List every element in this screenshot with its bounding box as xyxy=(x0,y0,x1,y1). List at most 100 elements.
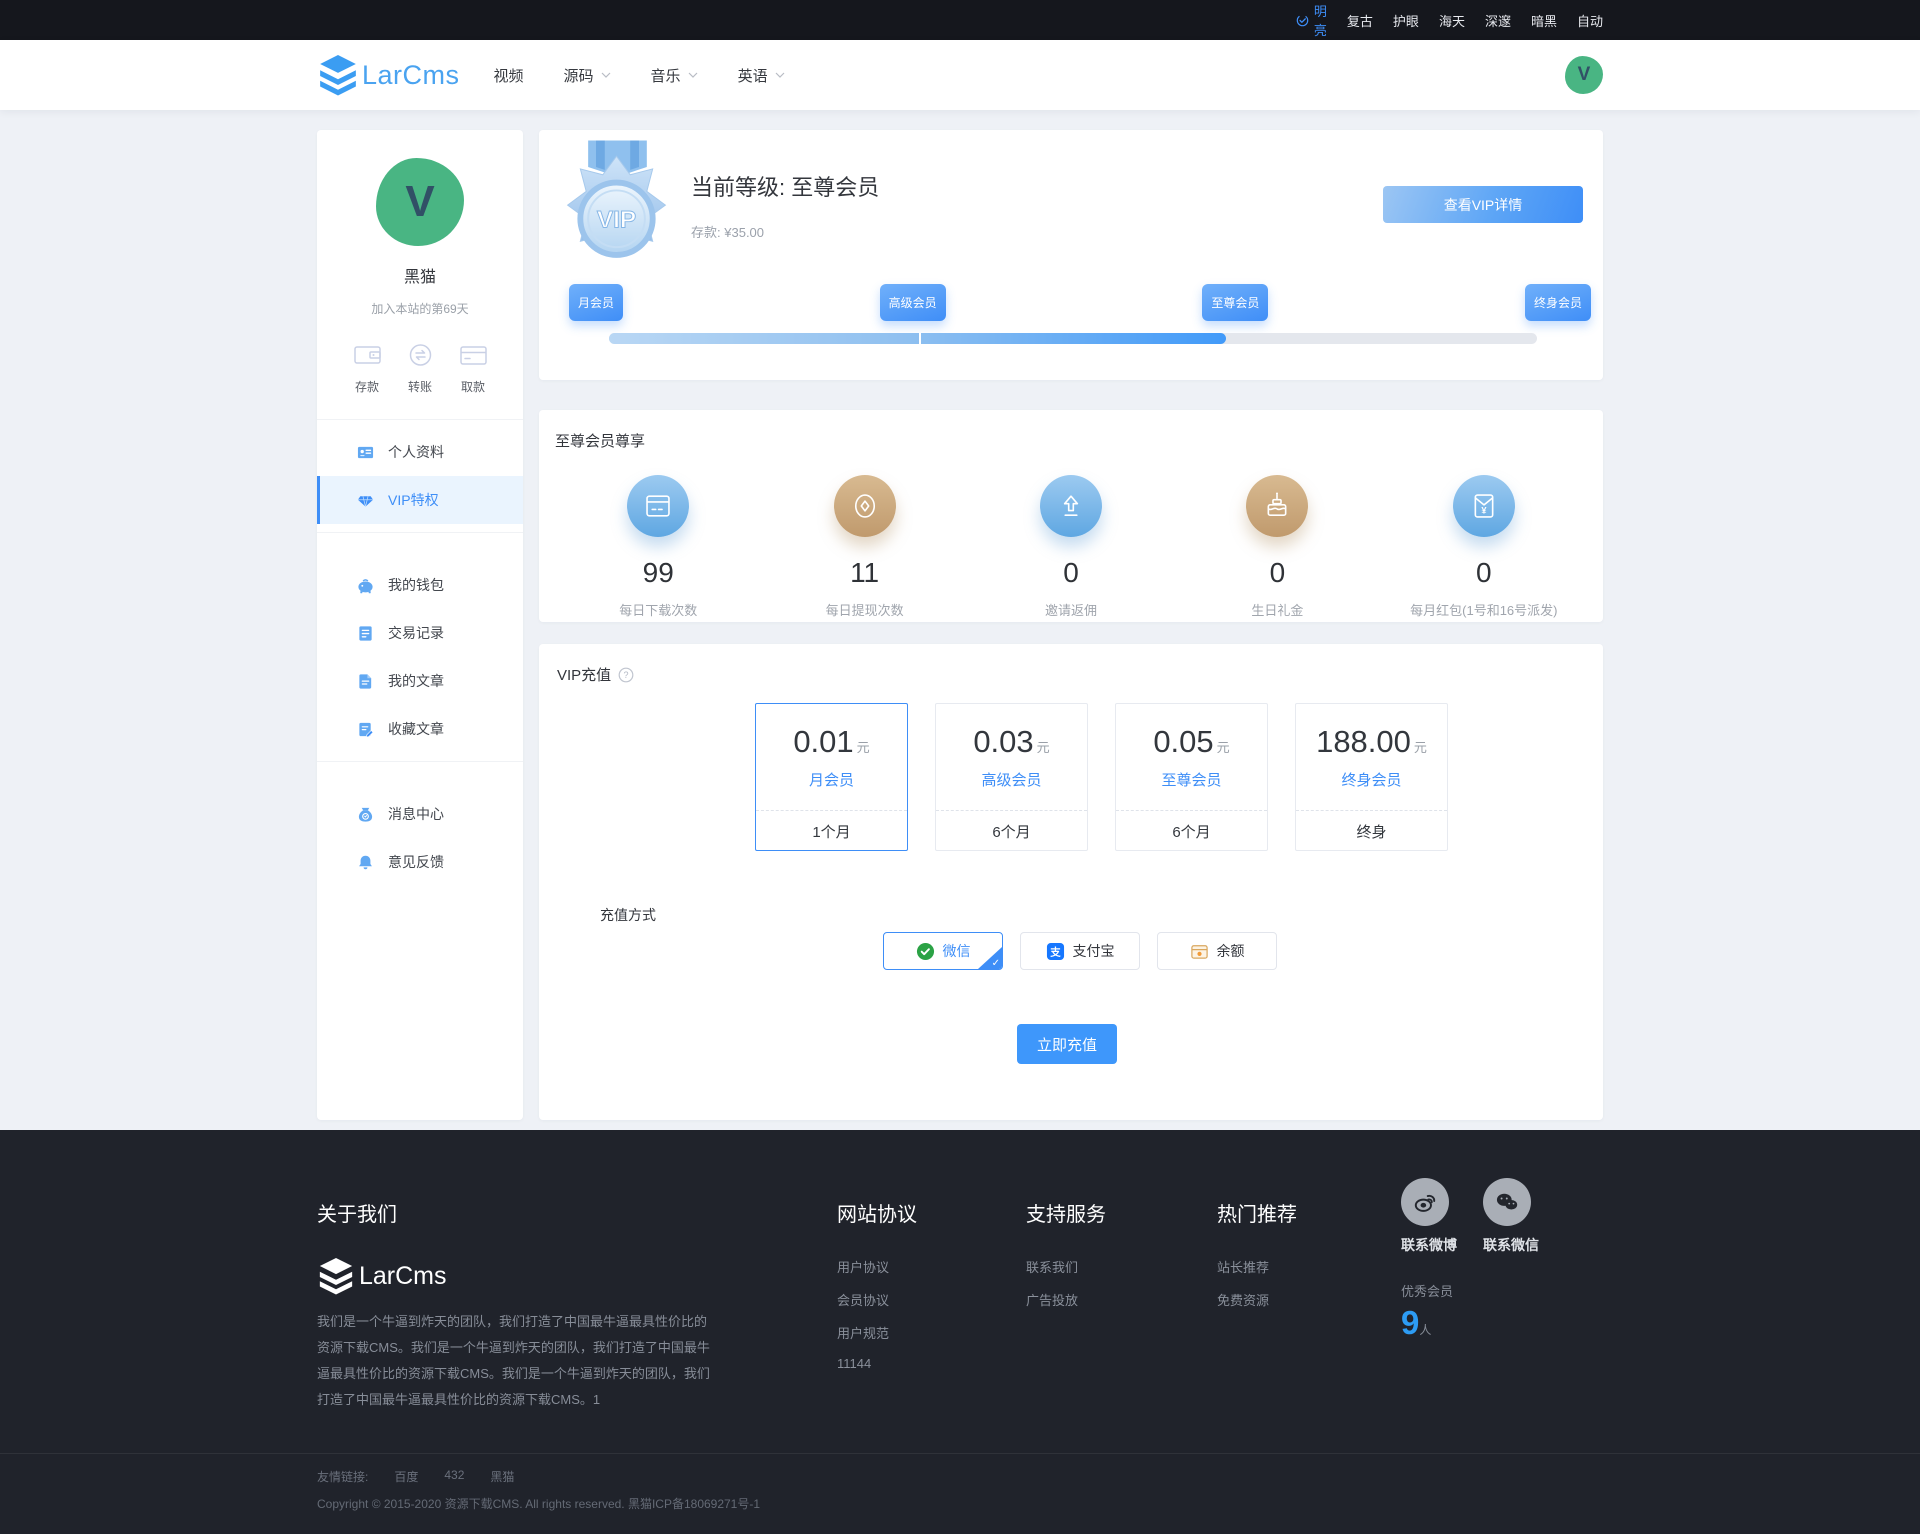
svg-text:支: 支 xyxy=(1049,945,1061,958)
balance-wallet-icon xyxy=(1190,944,1208,959)
plan-unit: 元 xyxy=(856,740,870,755)
contact-weibo[interactable]: 联系微博 xyxy=(1401,1178,1457,1255)
privileges-card: 至尊会员尊享 99 每日下载次数 11 每日提现次数 0 邀请返佣 0 生日礼金… xyxy=(539,410,1603,622)
level-badge-month[interactable]: 月会员 xyxy=(569,284,624,321)
sidebar-item-feedback[interactable]: 意见反馈 xyxy=(317,838,523,886)
sidebar-item-favorites[interactable]: 收藏文章 xyxy=(317,705,523,753)
theme-item-auto[interactable]: 自动 xyxy=(1577,11,1603,30)
plan-lifetime[interactable]: 188.00 元 终身会员 终身 xyxy=(1295,703,1448,851)
main-nav: 视频 源码 音乐 英语 xyxy=(494,65,785,86)
theme-item-sea[interactable]: 海天 xyxy=(1439,11,1465,30)
deposit-action[interactable]: 存款 xyxy=(353,343,381,395)
menu-group-assets: 我的钱包 交易记录 我的文章 收藏文章 xyxy=(317,533,523,761)
privilege-invite: 0 邀请返佣 xyxy=(968,475,1174,619)
nav-item-english[interactable]: 英语 xyxy=(738,65,785,86)
user-avatar[interactable]: V xyxy=(1565,56,1603,94)
level-badge-supreme[interactable]: 至尊会员 xyxy=(1202,284,1269,321)
theme-item-deep[interactable]: 深邃 xyxy=(1485,11,1511,30)
footer-bottom-bar: 友情链接: 百度 432 黑猫 Copyright © 2015-2020 资源… xyxy=(0,1453,1920,1534)
privilege-label: 生日礼金 xyxy=(1251,603,1304,618)
excellent-member-count: 9人 xyxy=(1401,1304,1539,1342)
sidebar-item-vip[interactable]: VIP特权 xyxy=(317,476,523,524)
recharge-now-button[interactable]: 立即充值 xyxy=(1017,1024,1117,1064)
main-header: LarCms 视频 源码 音乐 英语 V xyxy=(0,40,1920,110)
money-bag-icon xyxy=(357,806,374,823)
transfer-action[interactable]: 转账 xyxy=(407,343,434,395)
main-content: VIP 当前等级: 至尊会员 存款: ¥35.00 查看VIP详情 月会员 高级… xyxy=(539,130,1603,1120)
friend-link-baidu[interactable]: 百度 xyxy=(394,1468,418,1485)
footer-link-user-protocol[interactable]: 用户协议 xyxy=(837,1257,917,1276)
nav-item-source[interactable]: 源码 xyxy=(564,65,611,86)
sidebar-item-label: 我的文章 xyxy=(388,673,444,689)
svg-text:?: ? xyxy=(624,670,629,680)
red-packet-icon: ¥ xyxy=(1474,494,1494,518)
medal-vip-text: VIP xyxy=(597,207,636,234)
plan-duration: 6个月 xyxy=(1172,823,1211,841)
footer-link-advertising[interactable]: 广告投放 xyxy=(1026,1290,1106,1309)
contact-wechat[interactable]: 联系微信 xyxy=(1483,1178,1539,1255)
privilege-withdraw: 11 每日提现次数 xyxy=(761,475,967,619)
footer-contact-column: 联系微博 联系微信 优秀会员 9人 xyxy=(1401,1178,1539,1413)
friend-link-heimao[interactable]: 黑猫 xyxy=(490,1468,514,1485)
pay-method-label: 支付宝 xyxy=(1072,943,1115,959)
footer-link-user-rules[interactable]: 用户规范 xyxy=(837,1323,917,1342)
logo-text: LarCms xyxy=(362,59,460,90)
layers-logo-icon xyxy=(320,55,356,96)
pay-balance-button[interactable]: 余额 xyxy=(1157,932,1277,970)
plan-price: 188.00 xyxy=(1316,724,1411,759)
plan-supreme[interactable]: 0.05 元 至尊会员 6个月 xyxy=(1115,703,1268,851)
transfer-icon xyxy=(409,344,431,366)
footer-link-11144[interactable]: 11144 xyxy=(837,1356,917,1371)
theme-item-dark[interactable]: 暗黑 xyxy=(1531,11,1557,30)
wechat-pay-icon xyxy=(916,942,934,960)
privilege-value: 0 xyxy=(1063,557,1079,588)
privilege-value: 99 xyxy=(642,557,674,588)
plan-unit: 元 xyxy=(1036,740,1050,755)
footer-link-free-resources[interactable]: 免费资源 xyxy=(1217,1290,1297,1309)
theme-item-bright[interactable]: 明亮 xyxy=(1296,1,1327,39)
plan-name: 高级会员 xyxy=(981,772,1042,789)
contact-weibo-label: 联系微博 xyxy=(1401,1237,1457,1253)
nav-item-music[interactable]: 音乐 xyxy=(651,65,698,86)
view-vip-detail-button[interactable]: 查看VIP详情 xyxy=(1383,186,1583,223)
pay-alipay-button[interactable]: 支 支付宝 xyxy=(1020,932,1140,970)
contact-wechat-label: 联系微信 xyxy=(1483,1237,1539,1253)
article-icon xyxy=(357,673,374,690)
theme-item-retro[interactable]: 复古 xyxy=(1347,11,1373,30)
privilege-value: 0 xyxy=(1476,557,1492,588)
transfer-label: 转账 xyxy=(407,380,432,394)
plan-price: 0.01 xyxy=(793,724,854,759)
help-icon[interactable]: ? xyxy=(618,667,634,683)
privilege-download: 99 每日下载次数 xyxy=(555,475,761,619)
sidebar-item-articles[interactable]: 我的文章 xyxy=(317,657,523,705)
footer-link-contact-us[interactable]: 联系我们 xyxy=(1026,1257,1106,1276)
theme-item-label: 明亮 xyxy=(1313,4,1327,38)
sidebar-item-profile[interactable]: 个人资料 xyxy=(317,428,523,476)
sidebar-item-wallet[interactable]: 我的钱包 xyxy=(317,561,523,609)
plan-senior[interactable]: 0.03 元 高级会员 6个月 xyxy=(935,703,1088,851)
withdraw-action[interactable]: 取款 xyxy=(459,343,487,395)
footer-link-webmaster-recommend[interactable]: 站长推荐 xyxy=(1217,1257,1297,1276)
sidebar-item-transactions[interactable]: 交易记录 xyxy=(317,609,523,657)
site-logo[interactable]: LarCms xyxy=(317,54,460,96)
pay-wechat-button[interactable]: 微信 xyxy=(883,932,1003,970)
level-card: VIP 当前等级: 至尊会员 存款: ¥35.00 查看VIP详情 月会员 高级… xyxy=(539,130,1603,380)
footer-link-member-protocol[interactable]: 会员协议 xyxy=(837,1290,917,1309)
level-badge-lifetime[interactable]: 终身会员 xyxy=(1524,284,1591,321)
nav-label: 源码 xyxy=(563,67,594,85)
level-badges-row: 月会员 高级会员 至尊会员 终身会员 xyxy=(569,284,1591,321)
sidebar-item-label: 我的钱包 xyxy=(388,577,444,593)
level-badge-senior[interactable]: 高级会员 xyxy=(879,284,946,321)
sidebar-item-label: VIP特权 xyxy=(388,492,439,508)
wallet-quick-actions: 存款 转账 取款 xyxy=(317,343,523,420)
nav-item-video[interactable]: 视频 xyxy=(494,65,524,86)
theme-item-eyecare[interactable]: 护眼 xyxy=(1393,11,1419,30)
current-level-title: 当前等级: 至尊会员 xyxy=(691,175,880,200)
withdraw-coin-icon xyxy=(854,494,875,518)
level-progress-bar xyxy=(609,333,1537,344)
sidebar-item-messages[interactable]: 消息中心 xyxy=(317,790,523,838)
plan-month[interactable]: 0.01 元 月会员 1个月 xyxy=(755,703,908,851)
friend-link-432[interactable]: 432 xyxy=(444,1468,464,1485)
plan-duration: 终身 xyxy=(1356,823,1387,841)
pay-method-label: 微信 xyxy=(942,943,971,959)
